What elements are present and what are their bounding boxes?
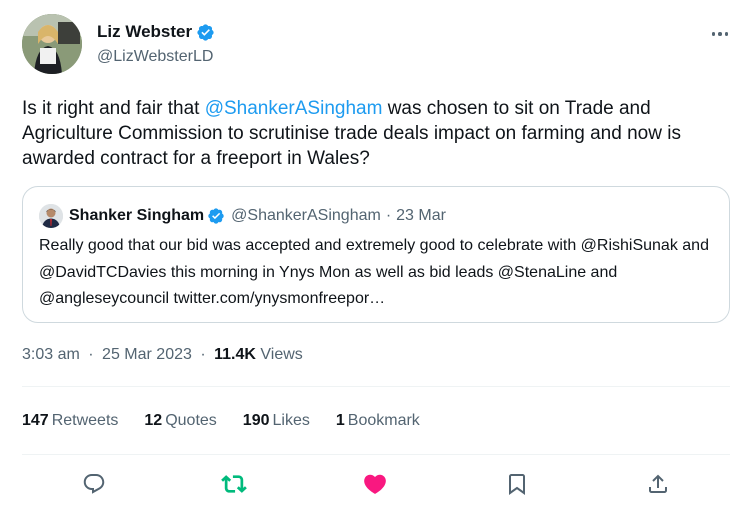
meta-separator: · xyxy=(385,207,392,224)
likes-label: Likes xyxy=(272,412,310,429)
views-label: Views xyxy=(260,346,303,363)
quoted-author-avatar[interactable] xyxy=(39,204,63,228)
meta-separator: · xyxy=(88,346,94,363)
author-avatar[interactable] xyxy=(22,14,82,74)
verified-badge-icon xyxy=(208,208,224,224)
verified-badge-icon xyxy=(197,23,214,41)
bookmark-icon[interactable] xyxy=(504,471,530,497)
share-icon[interactable] xyxy=(645,471,671,497)
tweet-timestamp-row: 3:03 am · 25 Mar 2023 · 11.4K Views xyxy=(22,345,303,365)
views-count: 11.4K xyxy=(214,346,256,363)
more-options-icon[interactable] xyxy=(708,24,732,44)
quoted-author-name[interactable]: Shanker Singham xyxy=(69,206,204,226)
tweet-text: Is it right and fair that @ShankerASingh… xyxy=(22,96,730,171)
quotes-stat[interactable]: 12 Quotes xyxy=(144,411,216,431)
author-name[interactable]: Liz Webster xyxy=(97,22,192,42)
meta-separator: · xyxy=(200,346,206,363)
tweet-time[interactable]: 3:03 am xyxy=(22,346,80,363)
divider xyxy=(22,386,730,387)
tweet-header: Liz Webster @LizWebsterLD xyxy=(22,14,732,76)
author-handle[interactable]: @LizWebsterLD xyxy=(97,47,215,67)
quoted-tweet-date[interactable]: 23 Mar xyxy=(396,206,446,226)
bookmarks-label: Bookmark xyxy=(347,412,420,429)
quoted-tweet-card[interactable]: Shanker Singham @ShankerASingham · 23 Ma… xyxy=(22,186,730,323)
quoted-author-handle[interactable]: @ShankerASingham xyxy=(231,206,381,226)
retweets-count: 147 xyxy=(22,412,49,429)
mention-link[interactable]: @ShankerASingham xyxy=(205,98,383,119)
bookmarks-count: 1 xyxy=(335,412,345,429)
quotes-label: Quotes xyxy=(165,412,217,429)
likes-count: 190 xyxy=(242,412,270,429)
retweets-stat[interactable]: 147 Retweets xyxy=(22,411,118,431)
tweet-action-bar xyxy=(22,463,730,507)
retweet-icon[interactable] xyxy=(221,471,247,497)
tweet-date[interactable]: 25 Mar 2023 xyxy=(102,346,192,363)
quotes-count: 12 xyxy=(144,412,163,429)
tweet-text-part: Is it right and fair that xyxy=(22,98,205,119)
bookmarks-stat[interactable]: 1 Bookmark xyxy=(336,411,420,431)
engagement-stats: 147 Retweets 12 Quotes 190 Likes 1 Bookmark xyxy=(22,411,446,431)
quoted-tweet-text: Really good that our bid was accepted an… xyxy=(39,237,709,307)
divider xyxy=(22,454,730,455)
likes-stat[interactable]: 190 Likes xyxy=(243,411,310,431)
reply-icon[interactable] xyxy=(81,471,107,497)
retweets-label: Retweets xyxy=(51,412,119,429)
heart-icon[interactable] xyxy=(362,471,388,497)
